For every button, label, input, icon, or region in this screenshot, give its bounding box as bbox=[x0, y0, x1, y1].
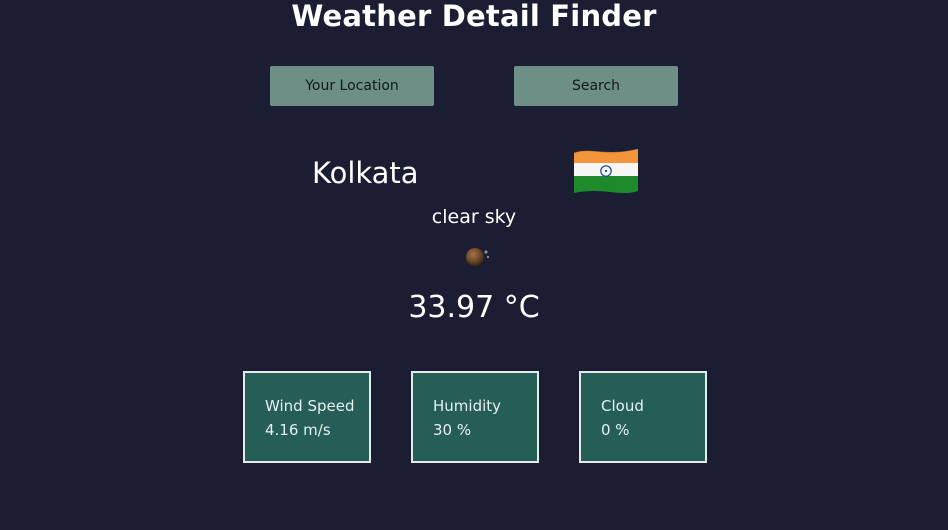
weather-description: clear sky bbox=[431, 206, 517, 228]
cloud-value: 0 % bbox=[601, 421, 630, 439]
wind-speed-card: Wind Speed 4.16 m/s bbox=[243, 371, 371, 463]
humidity-card: Humidity 30 % bbox=[411, 371, 539, 463]
cloud-label: Cloud bbox=[601, 397, 644, 415]
your-location-button[interactable]: Your Location bbox=[270, 66, 434, 106]
wind-speed-label: Wind Speed bbox=[265, 397, 355, 415]
clear-sky-icon bbox=[462, 243, 492, 269]
india-flag-icon bbox=[572, 143, 640, 199]
wind-speed-value: 4.16 m/s bbox=[265, 421, 331, 439]
temperature-value: 33.97 °C bbox=[408, 290, 540, 325]
humidity-label: Humidity bbox=[433, 397, 502, 415]
cloud-card: Cloud 0 % bbox=[579, 371, 707, 463]
page-title: Weather Detail Finder bbox=[291, 0, 657, 33]
humidity-value: 30 % bbox=[433, 421, 472, 439]
city-name: Kolkata bbox=[312, 156, 419, 190]
search-button[interactable]: Search bbox=[514, 66, 678, 106]
